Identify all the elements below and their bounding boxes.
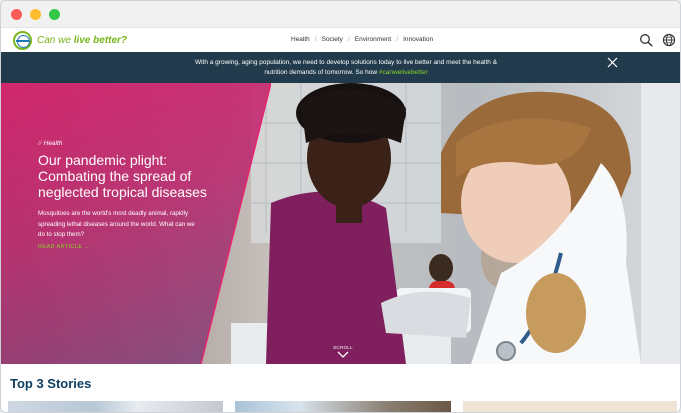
nav-separator: / [347, 36, 350, 43]
window-titlebar [1, 1, 680, 28]
main-nav: Health / Society / Environment / Innovat… [291, 36, 433, 43]
site-tagline[interactable]: Can we live better? [37, 35, 127, 46]
chevron-down-icon[interactable] [337, 351, 349, 359]
nav-health[interactable]: Health [291, 36, 310, 43]
hero-category[interactable]: //Health [38, 140, 62, 147]
banner-message: With a growing, aging population, we nee… [191, 58, 501, 78]
nav-separator: / [314, 36, 317, 43]
read-article-link[interactable]: READ ARTICLE → [38, 244, 90, 250]
banner-text: With a growing, aging population, we nee… [194, 59, 498, 76]
scroll-label: SCROLL [333, 345, 353, 350]
browser-window: Can we live better? Health / Society / E… [0, 0, 681, 413]
story-card-3[interactable] [463, 401, 677, 412]
category-label: Health [43, 140, 63, 147]
nav-society[interactable]: Society [322, 36, 343, 43]
globe-icon[interactable] [662, 33, 676, 47]
top-stories-title: Top 3 Stories [10, 376, 92, 391]
nav-innovation[interactable]: Innovation [403, 36, 433, 43]
minimize-window-button[interactable] [30, 9, 41, 20]
close-window-button[interactable] [11, 9, 22, 20]
tagline-prefix: Can we [37, 35, 74, 46]
close-icon[interactable] [607, 57, 618, 68]
nav-separator: / [396, 36, 399, 43]
bayer-logo-icon[interactable] [13, 31, 32, 50]
zoom-window-button[interactable] [49, 9, 60, 20]
story-card-2[interactable] [235, 401, 451, 412]
hero-summary: Mosquitoes are the world's most deadly a… [38, 210, 195, 238]
hero-headline[interactable]: Our pandemic plight: Combating the sprea… [38, 152, 218, 200]
nav-environment[interactable]: Environment [355, 36, 392, 43]
search-icon[interactable] [639, 33, 653, 47]
tagline-bold: live better? [73, 35, 128, 46]
category-marker: // [38, 140, 42, 147]
banner-hashtag-link[interactable]: #canwelivebetter [379, 69, 428, 76]
story-card-1[interactable] [8, 401, 223, 412]
